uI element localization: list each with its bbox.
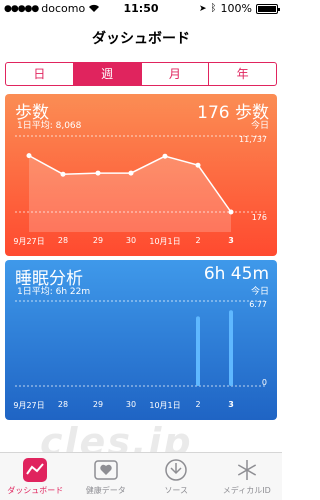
sleep-x-label: 29 [92,400,104,409]
segment-month[interactable]: 月 [142,63,210,85]
steps-point [60,171,66,177]
page-title: ダッシュボード [92,31,190,47]
steps-x-label: 9月27日 [13,237,45,246]
sleep-today-label: 今日 [250,287,269,297]
tab-label: メディカルID [222,486,271,495]
battery-fill [258,5,276,12]
steps-x-label: 29 [92,236,104,245]
sleep-today-value: 6h 45m [203,264,269,284]
sleep-x-label: 30 [125,400,137,409]
sleep-y-min: 0 [261,378,267,387]
medical-id-icon [237,460,256,480]
sleep-x-label: 9月27日 [13,401,45,410]
steps-average: 1日平均: 8,068 [17,121,82,131]
steps-point [95,170,101,176]
sources-icon [165,459,187,481]
steps-point [26,153,32,159]
sleep-bar [229,310,233,386]
steps-point [228,209,234,215]
sleep-card[interactable]: 睡眠分析 1日平均: 6h 22m 6h 45m 今日 6.77 0 9月27日… [5,260,277,420]
tab-health-data[interactable]: 健康データ [71,453,142,500]
steps-point [195,162,201,168]
steps-x-label: 28 [57,236,69,245]
sleep-y-max: 6.77 [249,300,267,309]
steps-x-axis: 9月27日 28 29 30 10月1日 2 3 [13,236,269,248]
steps-area [29,155,231,232]
status-bar: ●●●●● docomo 11:50 ➤ ᛒ 100% [0,0,282,18]
battery-icon [256,3,280,14]
sleep-x-label: 10月1日 [149,401,181,410]
battery-percent: 100% [220,2,252,15]
tab-dashboard[interactable]: ダッシュボード [0,453,71,500]
sleep-average: 1日平均: 6h 22m [17,287,91,297]
health-data-icon [94,460,118,480]
steps-y-min: 176 [251,213,267,222]
sleep-x-label: 28 [57,400,69,409]
steps-today-label: 今日 [250,121,269,131]
location-icon: ➤ [199,3,207,14]
tab-label: 健康データ [85,486,126,495]
sleep-bar [196,316,200,386]
steps-y-max: 11,737 [239,135,267,144]
sleep-x-axis: 9月27日 28 29 30 10月1日 2 3 [13,400,269,412]
segment-week[interactable]: 週 [73,63,142,85]
dashboard-icon [23,458,48,482]
segment-day[interactable]: 日 [6,63,74,85]
tab-bar: ダッシュボード 健康データ ソース メディカルID [0,452,282,500]
segment-year[interactable]: 年 [209,63,276,85]
bluetooth-icon: ᛒ [210,3,217,14]
tab-medical-id[interactable]: メディカルID [212,453,283,500]
tab-label: ソース [164,486,189,495]
steps-point [162,153,168,159]
steps-point [128,170,134,176]
sleep-x-label: 3 [228,400,234,409]
tab-sources[interactable]: ソース [141,453,212,500]
period-segmented-control: 日 週 月 年 [5,62,277,86]
steps-card[interactable]: 歩数 1日平均: 8,068 176 歩数 今日 11,737 176 9月27… [5,94,277,256]
steps-x-label: 3 [228,236,234,245]
steps-x-label: 30 [125,236,137,245]
steps-x-label: 2 [195,236,201,245]
sleep-x-label: 2 [195,400,201,409]
status-right: ➤ ᛒ 100% [199,2,280,15]
tab-label: ダッシュボード [7,486,64,495]
steps-x-label: 10月1日 [149,237,181,246]
